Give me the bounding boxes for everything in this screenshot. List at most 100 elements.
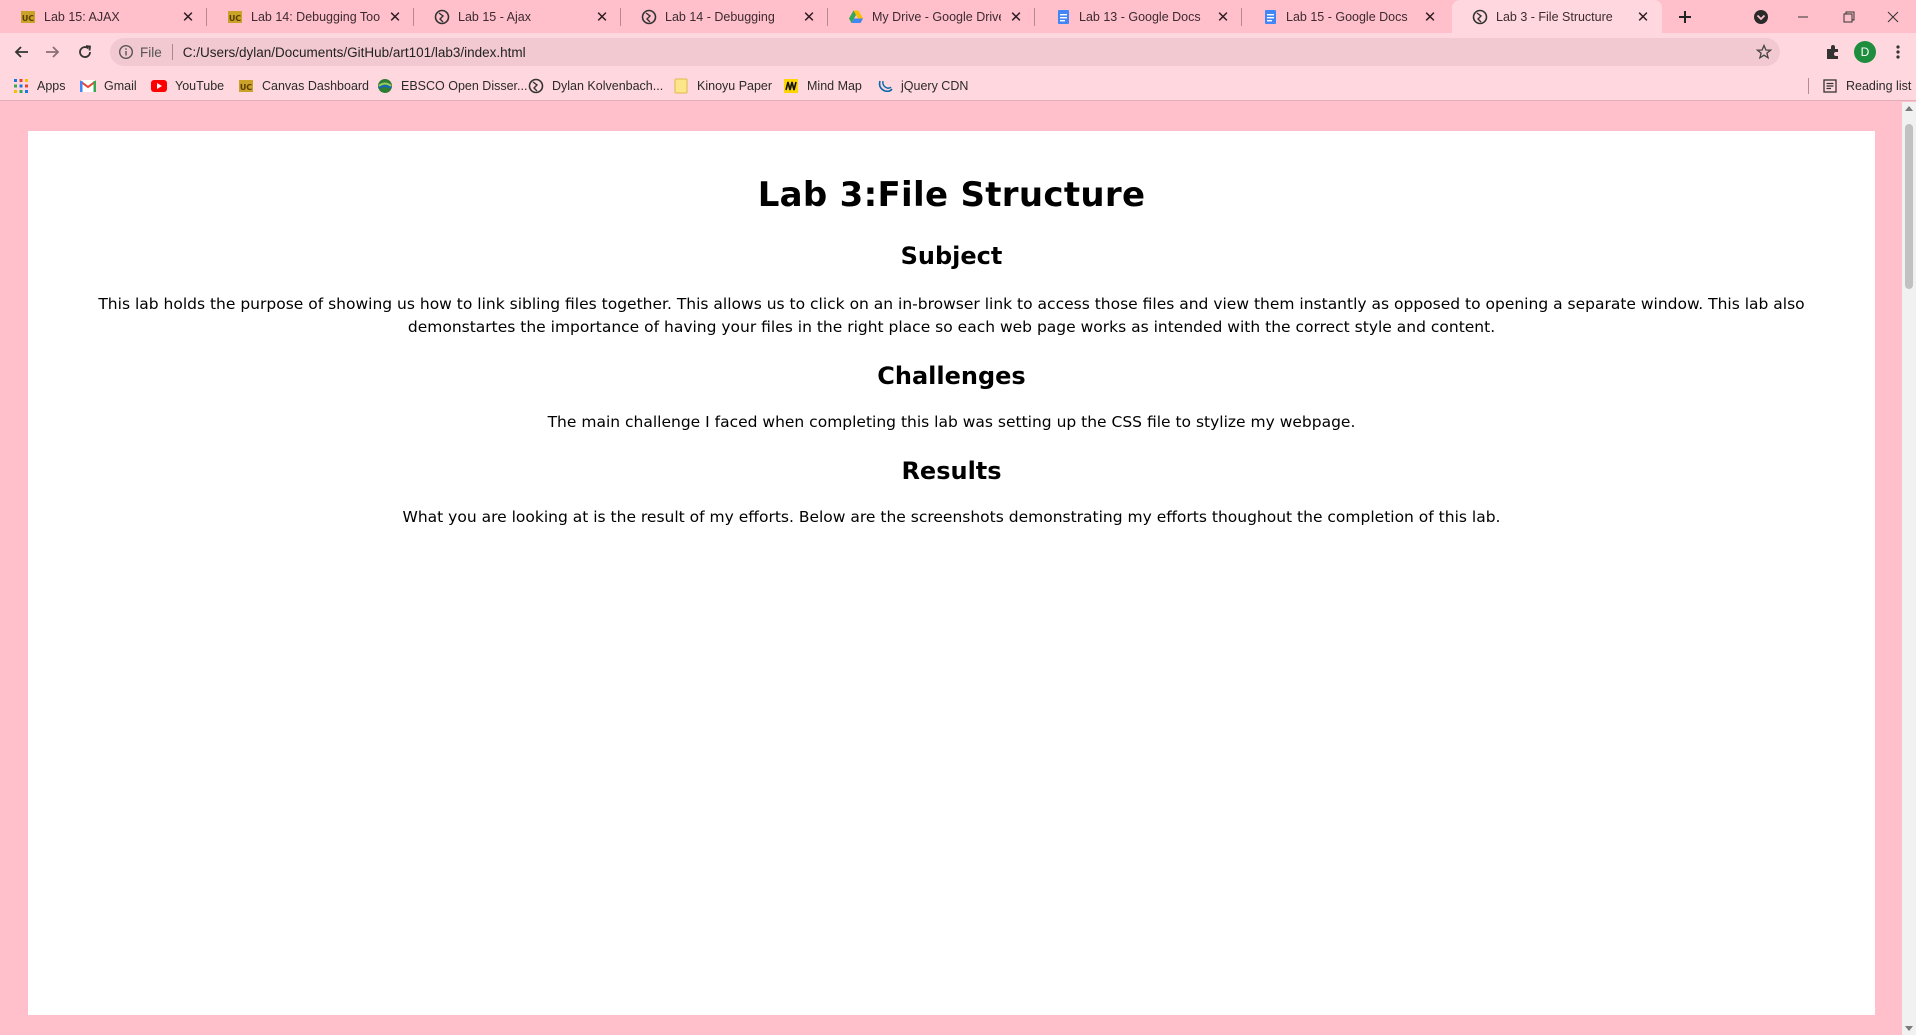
forward-button[interactable] <box>38 38 66 66</box>
close-icon[interactable]: ✕ <box>1634 8 1652 26</box>
scrollbar-thumb[interactable] <box>1905 124 1913 289</box>
tab-lab14-debugging[interactable]: Lab 14 - Debugging ✕ <box>621 0 828 33</box>
tab-lab13-google-docs[interactable]: Lab 13 - Google Docs ✕ <box>1035 0 1242 33</box>
url-text[interactable]: C:/Users/dylan/Documents/GitHub/art101/l… <box>183 45 526 60</box>
close-icon[interactable]: ✕ <box>386 8 404 26</box>
ebsco-icon <box>377 78 393 94</box>
tab-lab3-file-structure[interactable]: Lab 3 - File Structure ✕ <box>1452 0 1662 33</box>
kebab-menu-icon <box>1896 45 1900 59</box>
tab-strip: UC Lab 15: AJAX ✕ UC Lab 14: Debugging T… <box>0 0 1916 33</box>
close-window-button[interactable] <box>1870 0 1916 33</box>
bookmark-label: EBSCO Open Disser... <box>401 79 528 93</box>
address-bar[interactable]: File C:/Users/dylan/Documents/GitHub/art… <box>110 38 1780 66</box>
info-icon[interactable] <box>118 44 134 60</box>
section-text-subject: This lab holds the purpose of showing us… <box>98 295 1805 336</box>
content-card: Lab 3:File Structure Subject This lab ho… <box>28 131 1875 1015</box>
bookmark-label: Canvas Dashboard <box>262 79 370 93</box>
bookmark-label: Mind Map <box>807 79 862 93</box>
youtube-icon <box>151 78 167 94</box>
bookmark-ebsco[interactable]: EBSCO Open Disser... <box>377 77 527 95</box>
url-divider <box>171 44 173 60</box>
folder-icon <box>673 78 689 94</box>
bookmark-label: Kinoyu Paper <box>697 79 773 93</box>
bookmark-gmail[interactable]: Gmail <box>80 77 137 95</box>
google-docs-icon <box>1262 9 1278 25</box>
tab-search-button[interactable] <box>1738 0 1784 33</box>
tab-title: Lab 15 - Ajax <box>458 9 531 24</box>
bookmark-label: Dylan Kolvenbach... <box>552 79 664 93</box>
back-button[interactable] <box>8 38 36 66</box>
close-icon[interactable]: ✕ <box>179 8 197 26</box>
tab-title: Lab 13 - Google Docs <box>1079 9 1201 24</box>
bookmarks-divider <box>1808 78 1809 94</box>
tab-title: Lab 15: AJAX <box>44 9 120 24</box>
globe-icon <box>1472 9 1488 25</box>
close-icon <box>1887 11 1899 22</box>
gmail-icon <box>80 78 96 94</box>
reading-list-icon <box>1822 78 1838 94</box>
arrow-right-icon <box>46 46 60 58</box>
bookmarks-bar: Apps Gmail YouTube UC Canvas Dashboard E… <box>0 71 1916 101</box>
reading-list-button[interactable]: Reading list <box>1822 77 1911 95</box>
bookmark-apps[interactable]: Apps <box>13 77 66 95</box>
menu-button[interactable] <box>1888 42 1908 62</box>
page-scrollbar[interactable] <box>1902 102 1916 1035</box>
scroll-up-arrow-icon[interactable] <box>1905 106 1913 111</box>
tab-google-drive[interactable]: My Drive - Google Drive ✕ <box>828 0 1035 33</box>
reload-icon <box>79 45 92 58</box>
tab-lab15-google-docs[interactable]: Lab 15 - Google Docs ✕ <box>1242 0 1449 33</box>
section-heading-subject: Subject <box>900 242 1003 270</box>
tab-title: Lab 3 - File Structure <box>1496 9 1613 24</box>
reload-button[interactable] <box>71 38 99 66</box>
close-icon[interactable]: ✕ <box>1214 8 1232 26</box>
bookmark-dylan-kolvenbach[interactable]: Dylan Kolvenbach... <box>528 77 663 95</box>
bookmark-jquery-cdn[interactable]: jQuery CDN <box>877 77 968 95</box>
bookmark-mind-map[interactable]: Mind Map <box>783 77 862 95</box>
scroll-down-arrow-icon[interactable] <box>1905 1026 1913 1031</box>
browser-toolbar: File C:/Users/dylan/Documents/GitHub/art… <box>0 33 1916 71</box>
canvas-icon: UC <box>227 9 243 25</box>
extensions-button[interactable] <box>1823 42 1843 62</box>
arrow-left-icon <box>14 46 28 58</box>
tab-title: Lab 14 - Debugging <box>665 9 775 24</box>
canvas-icon: UC <box>238 78 254 94</box>
tab-title: Lab 14: Debugging Tools & <box>251 9 380 24</box>
bookmark-youtube[interactable]: YouTube <box>151 77 224 95</box>
tab-title: My Drive - Google Drive <box>872 9 1001 24</box>
section-heading-results: Results <box>901 457 1002 485</box>
bookmark-label: Gmail <box>104 79 137 93</box>
bookmark-label: jQuery CDN <box>901 79 969 93</box>
close-icon[interactable]: ✕ <box>1421 8 1439 26</box>
mindmap-icon <box>783 78 799 94</box>
tab-lab14-debugging-tools[interactable]: UC Lab 14: Debugging Tools & ✕ <box>207 0 414 33</box>
svg-text:UC: UC <box>229 14 241 23</box>
svg-text:UC: UC <box>240 83 252 92</box>
page-title: Lab 3:File Structure <box>757 175 1146 215</box>
restore-button[interactable] <box>1826 0 1872 33</box>
section-text-results: What you are looking at is the result of… <box>402 508 1501 526</box>
globe-icon <box>434 9 450 25</box>
page-viewport: Lab 3:File Structure Subject This lab ho… <box>0 102 1902 1035</box>
tab-title: Lab 15 - Google Docs <box>1286 9 1408 24</box>
reading-list-label: Reading list <box>1846 79 1912 93</box>
close-icon[interactable]: ✕ <box>1007 8 1025 26</box>
plus-icon <box>1679 11 1691 23</box>
tab-lab15-ajax[interactable]: UC Lab 15: AJAX ✕ <box>0 0 207 33</box>
section-text-challenges: The main challenge I faced when completi… <box>547 413 1356 431</box>
globe-icon <box>528 78 544 94</box>
bookmark-canvas-dashboard[interactable]: UC Canvas Dashboard <box>238 77 369 95</box>
bookmark-label: Apps <box>37 79 66 93</box>
minimize-button[interactable] <box>1780 0 1826 33</box>
profile-avatar[interactable]: D <box>1854 41 1876 63</box>
minimize-icon <box>1798 16 1808 17</box>
bookmark-kinoyu-paper[interactable]: Kinoyu Paper <box>673 77 772 95</box>
close-icon[interactable]: ✕ <box>800 8 818 26</box>
new-tab-button[interactable] <box>1672 4 1698 30</box>
canvas-icon: UC <box>20 9 36 25</box>
tab-lab15-ajax-site[interactable]: Lab 15 - Ajax ✕ <box>414 0 621 33</box>
jquery-icon <box>877 78 893 94</box>
chevron-down-circle-icon <box>1754 9 1768 24</box>
close-icon[interactable]: ✕ <box>593 8 611 26</box>
section-heading-challenges: Challenges <box>877 362 1026 390</box>
star-icon[interactable] <box>1756 44 1772 60</box>
